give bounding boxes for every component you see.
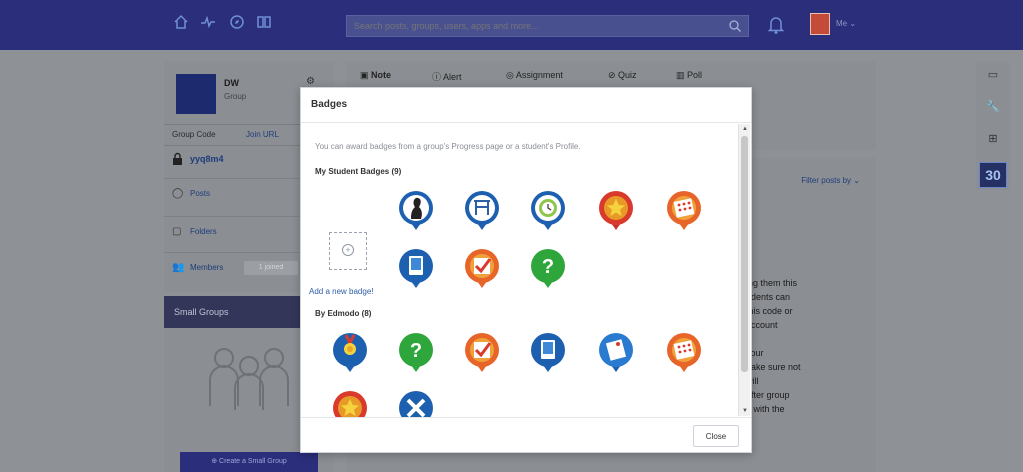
feed-line: account [746,320,778,330]
scroll-thumb[interactable] [741,136,748,372]
grades-badge[interactable] [665,189,703,231]
question-badge[interactable]: ? [529,247,567,289]
search-input[interactable] [347,16,717,36]
search-icon[interactable] [728,19,742,33]
clock-badge[interactable] [529,189,567,231]
members-icon: 👥 [172,262,185,273]
star-badge[interactable] [331,389,369,417]
tab-note[interactable]: ▣ Note [360,70,391,81]
people-icon [209,348,289,410]
backpack-icon[interactable]: ▭ [984,68,1002,86]
activity-icon[interactable] [197,14,219,36]
lock-icon [173,152,182,165]
sidebar-item-label: Members [190,263,224,272]
feed-text: ing them this udents can this code or ac… [746,276,856,416]
top-nav: Me ⌄ [0,0,1023,50]
feed-line: ing them this [746,278,798,288]
tab-assignment-label: Assignment [515,70,563,80]
apps-icon[interactable]: ⊞ [984,132,1002,150]
scroll-up-icon[interactable]: ▲ [742,126,748,132]
create-small-group-button[interactable]: ⊕ Create a Small Group [180,452,318,472]
modal-intro: You can award badges from a group's Prog… [315,142,581,151]
feed-line: this code or [746,306,793,316]
tab-assignment[interactable]: ◎ Assignment [506,70,563,81]
feed-line: g with the [746,404,785,414]
grades-badge[interactable] [665,331,703,373]
svg-text:?: ? [542,256,554,278]
group-name: DW [224,78,239,88]
tab-note-label: Note [371,70,392,80]
right-toolbar: ▭ 🔧 ⊞ 30 [976,62,1010,190]
svg-text:?: ? [410,340,422,362]
modal-body: You can award badges from a group's Prog… [301,123,751,417]
group-type: Group [224,92,247,101]
modal-footer: Close [301,417,751,452]
checkmark-badge[interactable] [463,331,501,373]
me-label: Me [836,19,848,28]
book-badge[interactable] [397,247,435,289]
feed-line: nake sure not [746,362,801,372]
home-icon[interactable] [170,14,192,36]
book-badge[interactable] [529,331,567,373]
library-icon[interactable] [253,14,275,36]
tab-group-code[interactable]: Group Code [172,130,216,139]
me-menu[interactable]: Me ⌄ [836,19,856,28]
close-button[interactable]: Close [693,425,739,447]
feed-line: after group [746,390,790,400]
discover-icon[interactable] [226,14,248,36]
edmodo-badges-title: By Edmodo (8) [315,309,372,318]
badges-modal: Badges You can award badges from a group… [300,87,752,453]
tab-alert-label: Alert [443,72,462,82]
avatar[interactable] [810,13,830,35]
filter-posts-dropdown[interactable]: Filter posts by ⌄ [801,176,860,185]
tab-quiz[interactable]: ⊘ Quiz [608,70,637,81]
add-badge-button[interactable]: + [329,232,367,270]
modal-title: Badges [311,99,348,110]
posts-icon: ◯ [172,188,184,199]
feed-line: will [746,376,759,386]
group-avatar [176,74,216,114]
plus-icon: + [342,244,354,256]
filter-label: Filter posts by [801,176,852,185]
feed-line: your [746,348,764,358]
search-bar [346,15,749,37]
scroll-down-icon[interactable]: ▼ [742,408,748,414]
question-badge[interactable]: ? [397,331,435,373]
modal-scrollbar[interactable]: ▲ ▼ [738,124,750,416]
group-code-value: yyq8m4 [190,154,224,164]
paper-badge[interactable] [597,331,635,373]
create-small-group-label: Create a Small Group [219,458,287,465]
tab-poll-label: Poll [687,70,703,80]
checkmark-badge[interactable] [463,247,501,289]
x-badge[interactable] [397,389,435,417]
add-badge-link[interactable]: Add a new badge! [309,287,374,296]
modal-header: Badges [301,88,751,123]
tab-quiz-label: Quiz [618,70,637,80]
sidebar-item-label: Posts [190,189,211,198]
sidebar-item-label: Folders [190,227,217,236]
tab-join-url[interactable]: Join URL [246,130,279,139]
medal-badge[interactable] [331,331,369,373]
joined-badge: 1 joined [244,261,298,275]
tab-poll[interactable]: ▥ Poll [676,70,702,81]
silhouette-badge[interactable] [397,189,435,231]
star-badge[interactable] [597,189,635,231]
wrench-icon[interactable]: 🔧 [984,100,1002,118]
gear-icon[interactable]: ⚙ [306,76,315,87]
my-badges-title: My Student Badges (9) [315,167,402,176]
tab-alert[interactable]: ⓘ Alert [432,70,462,83]
bell-icon[interactable] [767,15,785,35]
calendar-icon[interactable]: 30 [979,162,1007,188]
scientist-badge[interactable] [463,189,501,231]
feed-line: udents can [746,292,791,302]
folder-icon: ▢ [172,226,182,237]
